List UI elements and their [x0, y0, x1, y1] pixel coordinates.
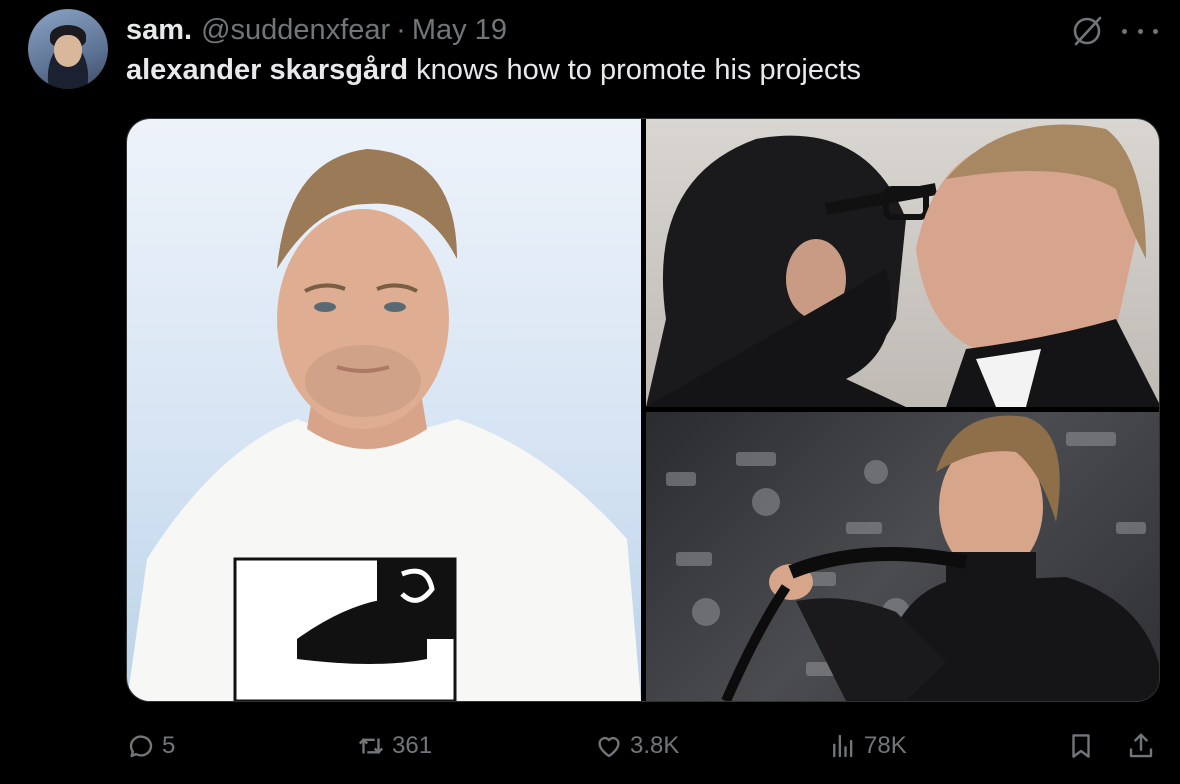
- leash-illustration: [666, 415, 1159, 701]
- portrait-photo[interactable]: [127, 119, 641, 701]
- avatar[interactable]: [28, 9, 108, 89]
- tweet-text: alexander skarsgård knows how to promote…: [126, 54, 861, 87]
- portrait-illustration: [127, 149, 641, 701]
- more-dot: [1137, 28, 1143, 34]
- more-dot: [1122, 28, 1127, 34]
- leash-photo[interactable]: [646, 412, 1159, 701]
- reply-count: 5: [162, 732, 176, 759]
- kiss-illustration: [646, 124, 1159, 407]
- views-button[interactable]: 78K: [828, 730, 907, 762]
- retweet-count: 361: [392, 732, 433, 759]
- reply-icon: [129, 735, 153, 758]
- timestamp[interactable]: May 19: [412, 14, 507, 47]
- heart-icon: [598, 737, 620, 758]
- share-icon: [1129, 733, 1153, 758]
- views-count: 78K: [864, 732, 907, 759]
- retweet-icon: [358, 738, 384, 754]
- like-button[interactable]: 3.8K: [594, 730, 679, 762]
- tweet-text-bold: alexander skarsgård: [126, 54, 409, 86]
- media-grid: [126, 118, 1160, 702]
- more-options-icon[interactable]: [1122, 16, 1158, 46]
- display-name[interactable]: sam.: [126, 14, 192, 47]
- share-button[interactable]: [1126, 730, 1156, 762]
- separator-dot: ·: [396, 13, 406, 46]
- kiss-photo[interactable]: [646, 119, 1159, 407]
- grok-icon[interactable]: [1070, 14, 1104, 48]
- more-dot: [1153, 28, 1158, 34]
- retweet-button[interactable]: 361: [356, 730, 432, 762]
- avatar-face: [54, 35, 82, 67]
- bookmark-button[interactable]: [1066, 730, 1096, 762]
- tweet-header: sam. @suddenxfear · May 19: [126, 14, 507, 46]
- handle[interactable]: @suddenxfear: [201, 14, 390, 47]
- tweet-text-rest: knows how to promote his projects: [408, 54, 862, 86]
- bookmark-icon: [1072, 734, 1090, 758]
- reply-button[interactable]: 5: [126, 730, 175, 762]
- like-count: 3.8K: [630, 732, 680, 759]
- views-icon: [833, 734, 853, 758]
